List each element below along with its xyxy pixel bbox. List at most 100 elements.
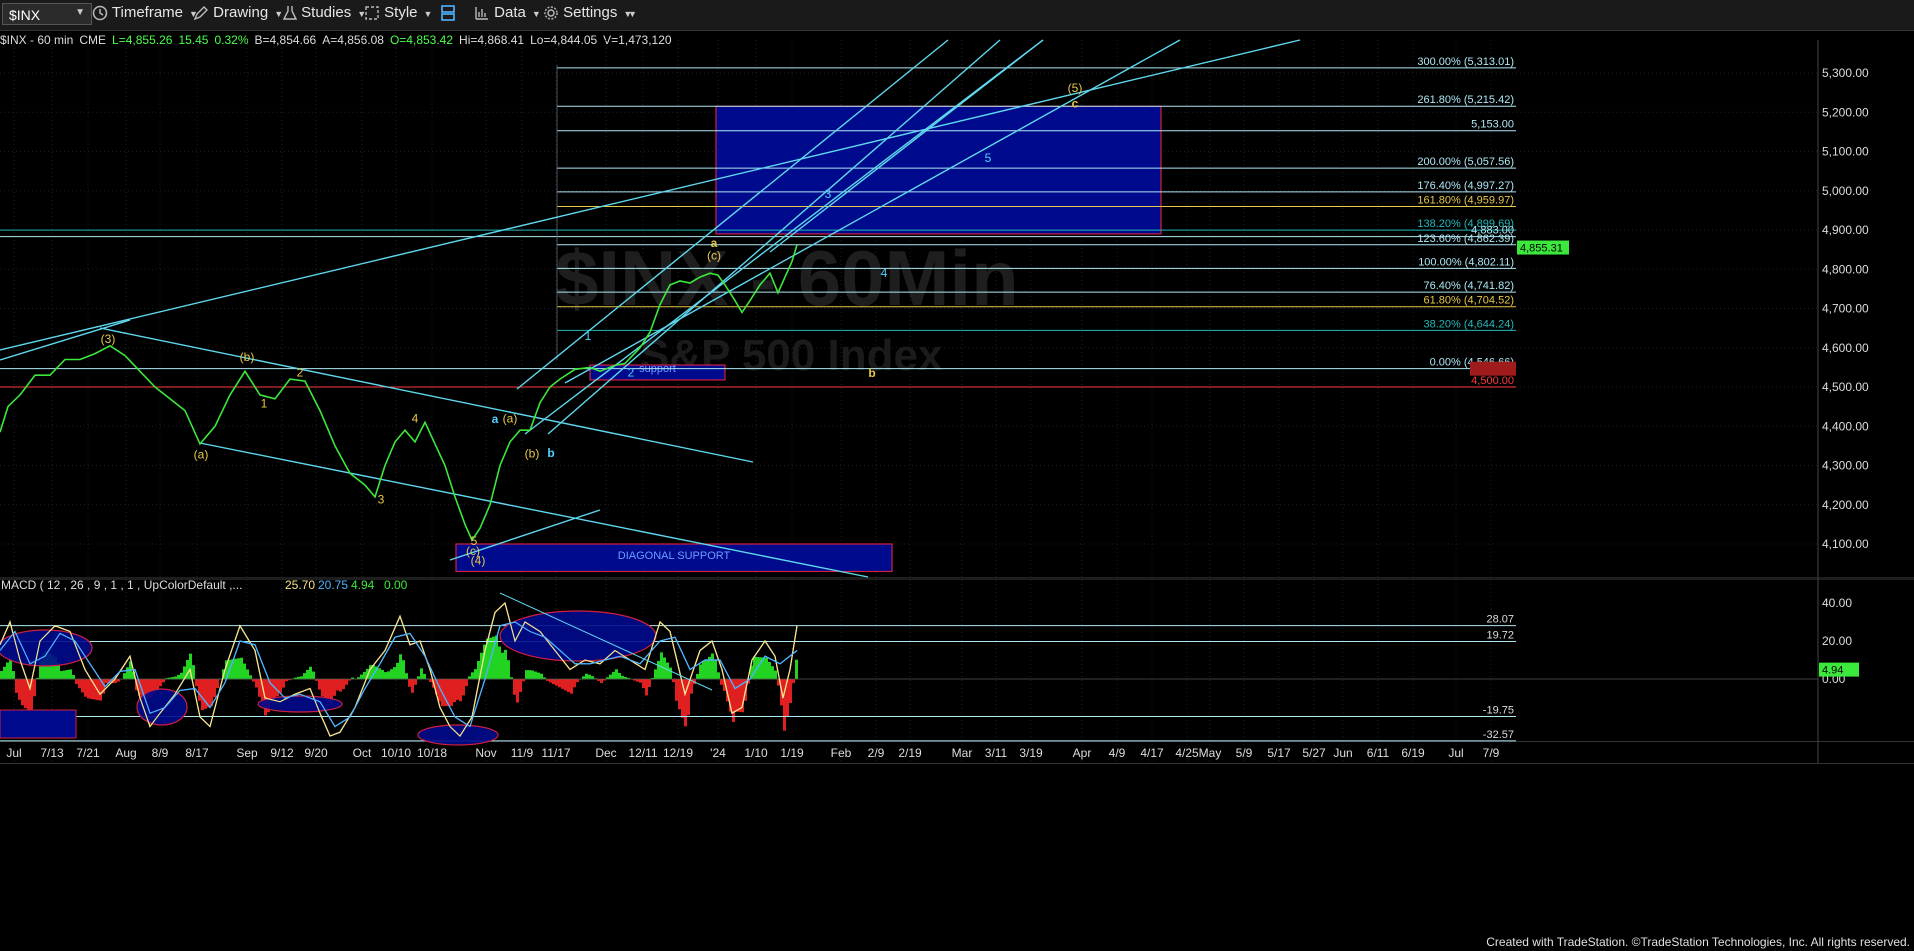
histogram-bar [678,679,681,710]
wave-label: b [868,366,875,380]
wave-label: 2 [297,365,304,379]
histogram-bar [234,658,237,680]
histogram-bar [24,679,27,709]
histogram-bar [714,660,717,680]
wave-label: (b) [240,350,255,364]
time-axis-tick: 3/19 [1019,746,1043,760]
histogram-bar [450,679,453,707]
histogram-bar [576,679,579,683]
macd-level-label: 19.72 [1486,630,1514,642]
diagonal-support-zone-label: DIAGONAL SUPPORT [618,550,731,562]
wave-label: 3 [825,187,832,201]
time-axis-tick: 8/9 [152,746,169,760]
histogram-bar [648,679,651,687]
histogram-bar [789,679,792,704]
time-axis-tick: 1/10 [744,746,768,760]
histogram-bar [84,679,87,697]
wave-label: (a) [194,447,209,461]
histogram-bar [516,679,519,703]
price-axis-tick: 4,200.00 [1822,498,1869,512]
time-axis-tick: 10/10 [381,746,411,760]
histogram-bar [306,669,309,680]
fib-label: 38.20% (4,644.24) [1423,318,1514,330]
histogram-bar [381,669,384,680]
time-axis-tick: 5/27 [1302,746,1326,760]
histogram-bar [258,679,261,697]
histogram-bar [363,671,366,680]
price-axis: 5,300.00 5,200.00 5,100.00 5,000.00 4,900.00… [1822,66,1869,551]
time-axis-tick: 8/17 [185,746,209,760]
histogram-bar [642,679,645,689]
macd-highlight-ellipse [417,724,499,746]
time-axis-tick: Dec [595,746,616,760]
histogram-bar [555,679,558,686]
histogram-bar [738,679,741,712]
fib-label: 76.40% (4,741.82) [1423,280,1514,292]
histogram-bar [618,672,621,680]
time-axis-tick: Jul [1448,746,1463,760]
time-axis-tick: 2/9 [868,746,885,760]
histogram-bar [711,653,714,680]
histogram-bar [237,658,240,680]
histogram-bar [12,671,15,680]
histogram-bar [210,679,213,707]
histogram-bar [18,679,21,700]
histogram-bar [33,679,36,697]
histogram-bar [198,679,201,701]
histogram-bar [3,666,6,680]
price-axis-tick: 5,200.00 [1822,105,1869,119]
macd-level-label: 28.07 [1486,614,1514,626]
time-axis-tick: Mar [952,746,973,760]
time-axis-tick: Aug [115,746,136,760]
time-axis-tick: 7/13 [40,746,64,760]
wave-label: 2 [628,365,635,379]
histogram-bar [462,679,465,696]
histogram-bar [672,679,675,683]
macd-legend-value: 25.70 [285,578,315,592]
histogram-bar [531,670,534,680]
time-axis-tick: 1/19 [780,746,804,760]
macd-legend-value: 4.94 [351,578,375,592]
price-axis-tick: 4,700.00 [1822,302,1869,316]
time-axis-tick: 5/9 [1236,746,1253,760]
histogram-bar [684,679,687,727]
fib-label: 4,500.00 [1471,375,1514,387]
histogram-bar [534,671,537,680]
macd-level-label: -19.75 [1483,705,1514,717]
price-axis-tick: 4,800.00 [1822,262,1869,276]
histogram-bar [471,672,474,680]
histogram-bar [243,663,246,680]
histogram-bar [75,679,78,684]
histogram-bar [69,669,72,680]
histogram-bar [60,671,63,680]
histogram-bar [639,679,642,683]
wave-label: 1 [585,329,592,343]
time-axis-tick: Jul [6,746,21,760]
time-axis: Jul 7/13 7/21 Aug 8/9 8/17 Sep 9/12 9/20 Oct 10/10… [6,746,1499,760]
histogram-bar [498,646,501,680]
macd-highlight-ellipse [257,695,343,713]
histogram-bar [204,679,207,709]
histogram-bar [345,679,348,685]
time-axis-tick: May [1199,746,1222,760]
wave-label: (5) [1068,81,1083,95]
wave-label: 5 [985,151,992,165]
histogram-bar [513,679,516,695]
wave-label: c [1072,97,1079,111]
histogram-bar [702,660,705,680]
time-axis-tick: 12/11 [628,746,657,760]
time-axis-tick: 7/9 [1483,746,1500,760]
histogram-bar [312,671,315,680]
chart-canvas[interactable]: $INX - 60MinS&P 500 IndexsupportDIAGONAL… [0,0,1914,951]
histogram-bar [195,679,198,687]
histogram-bar [123,673,126,680]
histogram-bar [717,672,720,680]
fib-label: 5,153.00 [1471,119,1514,131]
histogram-bar [504,649,507,680]
histogram-bar [564,679,567,691]
price-axis-tick: 4,400.00 [1822,419,1869,433]
histogram-bar [420,668,423,680]
fib-label: 161.80% (4,959.97) [1417,194,1514,206]
macd-highlight-box [0,709,77,739]
macd-current-value: 4.94 [1822,665,1843,677]
